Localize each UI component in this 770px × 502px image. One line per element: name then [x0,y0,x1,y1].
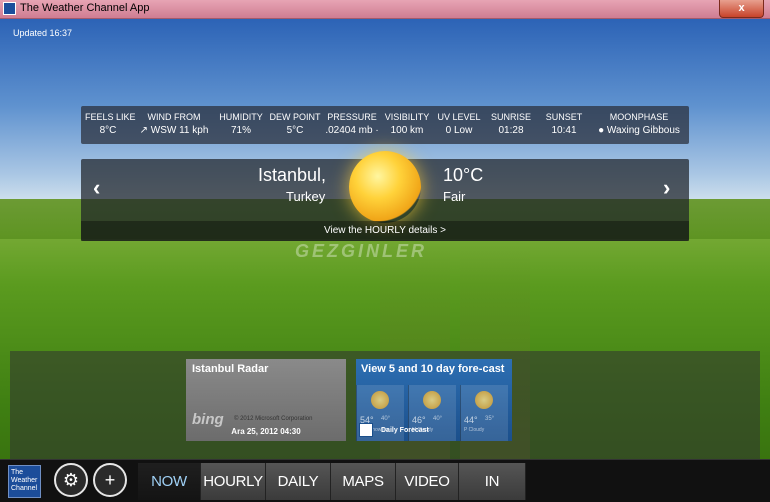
radar-tile-title: Istanbul Radar [192,363,269,375]
add-location-icon[interactable]: + [93,463,127,497]
watermark: GEZGINLER [295,241,428,261]
stat-moonphase: MOONPHASE ● Waxing Gibbous [598,112,680,136]
forecast-tile-label: Daily Forecast [381,427,429,434]
weather-background: Updated 16:37 FEELS LIKE 8°C WIND FROM ↗ W… [0,19,770,502]
stats-bar: FEELS LIKE 8°C WIND FROM ↗ WSW 11 kph HUMI… [81,106,689,144]
stat-sunset: SUNSET 10:41 [545,112,583,136]
forecast-tile-title: View 5 and 10 day fore-cast [361,363,505,375]
country-name: Turkey [286,189,326,204]
stat-feels-like: FEELS LIKE 8°C [85,112,136,136]
close-button[interactable]: x [719,0,764,18]
sun-icon [475,391,493,409]
tab-maps[interactable]: MAPS [331,463,396,500]
tab-now[interactable]: NOW [138,463,201,500]
next-location-arrow-icon[interactable]: › [663,175,670,201]
stat-wind: WIND FROM ↗ WSW 11 kph [139,112,209,136]
sun-icon [371,391,389,409]
sun-icon [423,391,441,409]
current-condition: Fair [443,189,466,204]
tab-daily[interactable]: DAILY [266,463,331,500]
radar-date: Ara 25, 2012 04:30 [231,427,301,436]
bing-logo: bing [192,411,224,428]
sun-icon [349,151,421,223]
forecast-day: 44° 35° P Cloudy [460,385,508,441]
title-bar[interactable]: The Weather Channel App x [0,0,770,19]
previous-location-arrow-icon[interactable]: ‹ [93,175,100,201]
bottom-nav: The Weather Channel ⚙ + NOW HOURLY DAILY… [0,459,770,502]
hourly-details-link[interactable]: View the HOURLY details > [81,221,689,241]
weather-channel-logo-icon [359,423,373,437]
tab-hourly[interactable]: HOURLY [201,463,266,500]
radar-tile[interactable]: Istanbul Radar bing © 2012 Microsoft Cor… [186,359,346,441]
tab-video[interactable]: VIDEO [396,463,459,500]
tiles-area: Istanbul Radar bing © 2012 Microsoft Cor… [10,351,760,459]
stat-sunrise: SUNRISE 01:28 [490,112,531,136]
window-title: The Weather Channel App [20,2,150,14]
updated-time: Updated 16:37 [13,28,73,38]
city-name: Istanbul, [258,165,327,185]
current-temperature: 10°C [443,165,484,185]
forecast-tile[interactable]: 54° 40° AM Showers 46° 40° M Cloudy 44° 35°… [356,359,512,441]
app-icon [3,2,16,15]
settings-gear-icon[interactable]: ⚙ [54,463,88,497]
stat-dew-point: DEW POINT 5°C [269,112,321,136]
stat-pressure: PRESSURE .02404 mb · [325,112,379,136]
stat-humidity: HUMIDITY 71% [219,112,263,136]
stat-visibility: VISIBILITY 100 km [384,112,430,136]
app-window: The Weather Channel App x Updated 16:37 … [0,0,770,502]
radar-copyright: © 2012 Microsoft Corporation [234,416,313,422]
stat-uv-level: UV LEVEL 0 Low [437,112,481,136]
weather-channel-logo[interactable]: The Weather Channel [8,465,41,498]
current-conditions-panel: ‹ Istanbul, Turkey 10°C Fair › View the … [81,151,689,241]
tab-in-season[interactable]: IN SEASON [459,463,526,500]
